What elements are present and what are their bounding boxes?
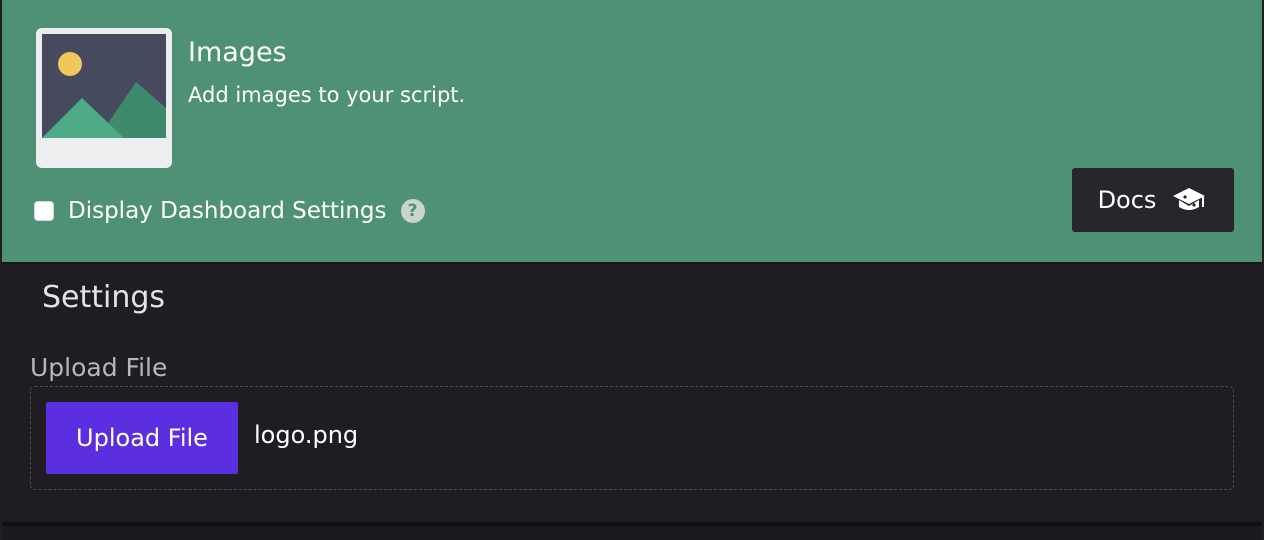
dashboard-settings-toggle: Display Dashboard Settings ? <box>34 194 425 228</box>
dashboard-settings-label[interactable]: Display Dashboard Settings <box>68 196 387 226</box>
graduation-cap-icon <box>1170 185 1208 215</box>
upload-field-label: Upload File <box>30 353 168 382</box>
upload-file-button[interactable]: Upload File <box>46 402 238 474</box>
docs-button[interactable]: Docs <box>1072 168 1234 232</box>
widget-title: Images <box>188 37 287 68</box>
dashboard-settings-checkbox[interactable] <box>34 201 54 221</box>
widget-subtitle: Add images to your script. <box>188 83 466 107</box>
question-circle-icon[interactable]: ? <box>400 199 425 223</box>
image-landscape-icon <box>36 28 172 168</box>
app-window: Images Add images to your script. Displa… <box>0 0 1264 540</box>
widget-header: Images Add images to your script. Displa… <box>2 0 1262 264</box>
docs-button-label: Docs <box>1097 186 1157 214</box>
next-section-edge <box>2 526 1262 540</box>
uploaded-file-name: logo.png <box>254 421 359 449</box>
settings-heading: Settings <box>42 280 166 315</box>
